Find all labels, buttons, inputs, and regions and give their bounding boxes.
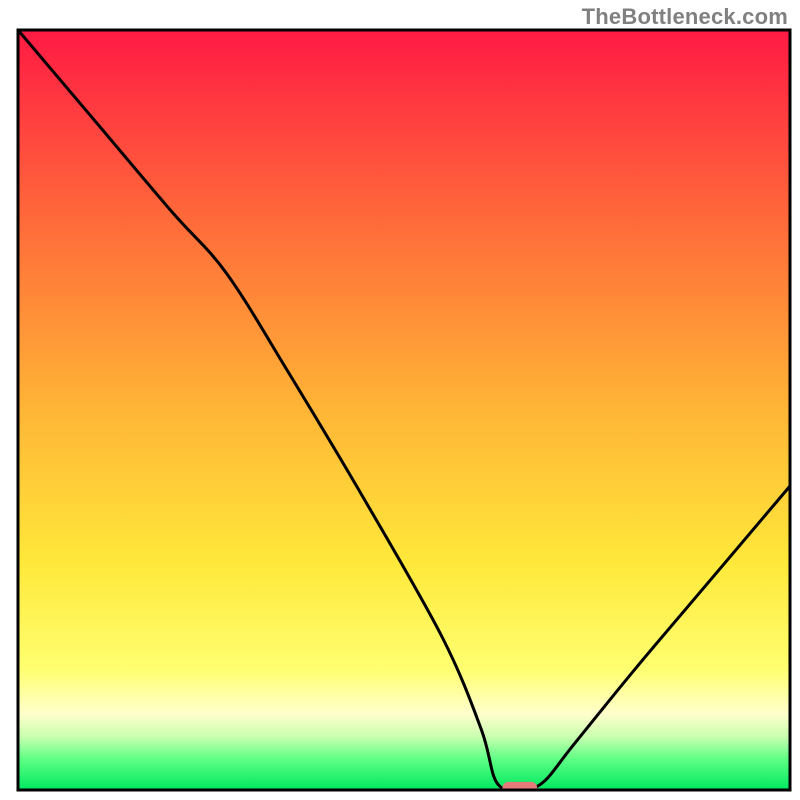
optimal-point-marker	[502, 782, 537, 794]
gradient-background	[18, 30, 790, 790]
chart-container: TheBottleneck.com	[0, 0, 800, 800]
bottleneck-chart	[0, 0, 800, 800]
